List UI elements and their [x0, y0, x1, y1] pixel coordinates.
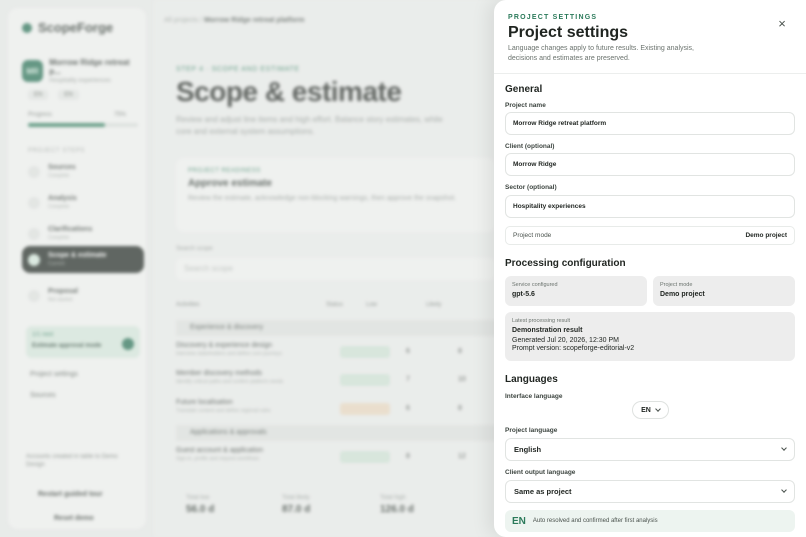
- interface-language-label: Interface language: [505, 393, 563, 400]
- project-mode-label: Project mode: [513, 232, 552, 239]
- resolved-language-code: EN: [512, 515, 526, 527]
- project-name-input[interactable]: Morrow Ridge retreat platform: [505, 112, 795, 135]
- general-heading: General: [505, 84, 543, 95]
- project-language-label: Project language: [505, 427, 558, 434]
- chevron-down-icon: [781, 445, 787, 451]
- sector-input[interactable]: Hospitality experiences: [505, 195, 795, 218]
- latest-result-card: Latest processing result Demonstration r…: [505, 312, 795, 361]
- project-language-value: English: [514, 445, 542, 454]
- project-mode-value: Demo project: [745, 232, 787, 239]
- latest-result-label: Latest processing result: [512, 318, 571, 324]
- client-input[interactable]: Morrow Ridge: [505, 153, 795, 176]
- project-settings-drawer: PROJECT SETTINGS Project settings Langua…: [494, 0, 806, 537]
- project-name-label: Project name: [505, 102, 546, 109]
- drawer-divider: [494, 73, 806, 74]
- latest-result-title: Demonstration result: [512, 327, 583, 334]
- service-label: Service configured: [512, 282, 558, 288]
- sector-label: Sector (optional): [505, 184, 557, 191]
- interface-language-value: EN: [641, 406, 651, 414]
- chevron-down-icon: [655, 405, 661, 412]
- generated-timestamp: Generated Jul 20, 2026, 12:30 PM: [512, 337, 620, 344]
- service-value: gpt-5.6: [512, 291, 535, 298]
- service-configured-card: Service configured gpt-5.6: [505, 276, 647, 306]
- project-language-select[interactable]: English: [505, 438, 795, 461]
- auto-resolved-text: Auto resolved and confirmed after first …: [532, 518, 658, 524]
- drawer-title: Project settings: [508, 24, 629, 41]
- client-output-language-label: Client output language: [505, 469, 576, 476]
- processing-mode-value: Demo project: [660, 291, 705, 298]
- client-output-language-select[interactable]: Same as project: [505, 480, 795, 503]
- chevron-down-icon: [781, 487, 787, 493]
- processing-heading: Processing configuration: [505, 258, 626, 269]
- prompt-version: Prompt version: scopeforge-editorial-v2: [512, 345, 635, 352]
- interface-language-select[interactable]: EN: [632, 401, 669, 419]
- client-output-language-value: Same as project: [514, 487, 572, 496]
- processing-mode-label: Project mode: [660, 282, 693, 288]
- languages-heading: Languages: [505, 374, 558, 385]
- project-mode-row: Project mode Demo project: [505, 226, 795, 245]
- auto-resolved-notice: EN Auto resolved and confirmed after fir…: [505, 510, 795, 532]
- drawer-eyebrow: PROJECT SETTINGS: [508, 14, 598, 21]
- processing-mode-card: Project mode Demo project: [653, 276, 795, 306]
- drawer-subtitle: Language changes apply to future results…: [508, 45, 695, 63]
- client-label: Client (optional): [505, 143, 555, 150]
- close-icon[interactable]: ×: [774, 16, 790, 32]
